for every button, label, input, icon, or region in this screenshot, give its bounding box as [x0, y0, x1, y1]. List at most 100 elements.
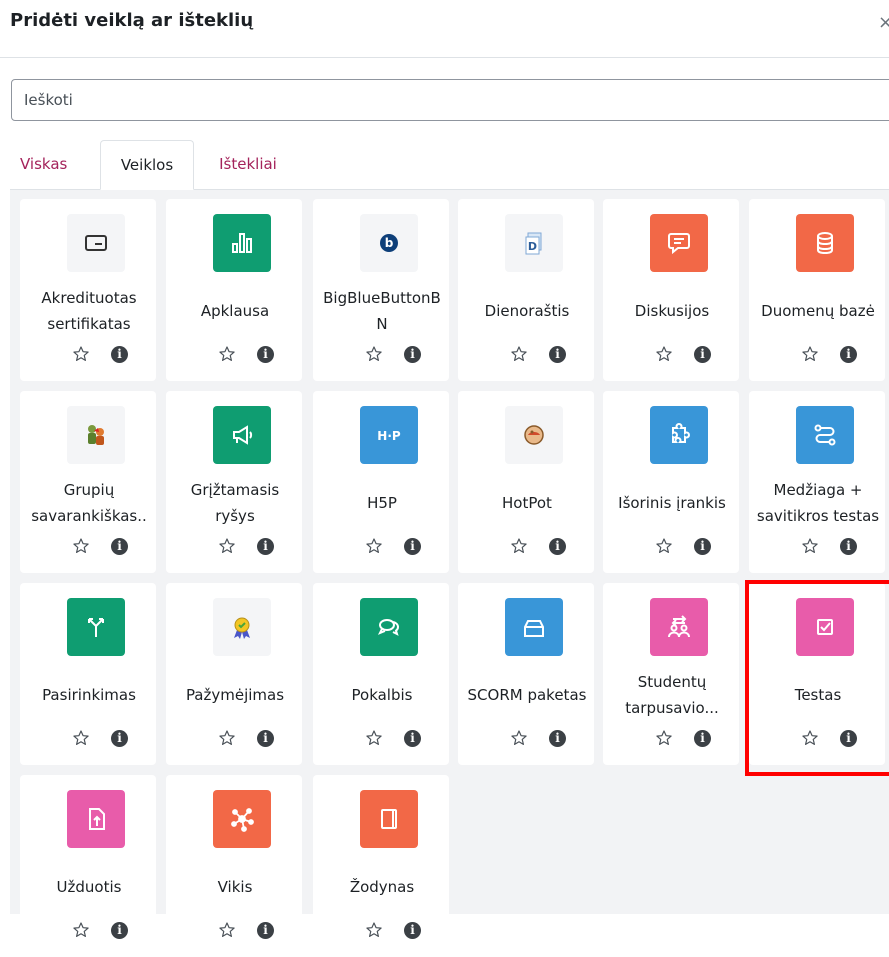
- info-icon[interactable]: i: [694, 730, 711, 747]
- info-icon[interactable]: i: [549, 730, 566, 747]
- close-icon[interactable]: ×: [878, 12, 889, 33]
- info-icon[interactable]: i: [257, 922, 274, 939]
- star-icon[interactable]: [801, 729, 819, 747]
- star-icon[interactable]: [365, 921, 383, 939]
- activity-card-apklausa[interactable]: Apklausa i: [166, 199, 302, 381]
- activity-actions: i: [458, 537, 594, 559]
- star-icon[interactable]: [365, 345, 383, 363]
- activity-actions: i: [749, 729, 885, 751]
- star-icon[interactable]: [72, 345, 90, 363]
- activity-card-išorinis-įrankis[interactable]: Išorinis įrankis i: [603, 391, 739, 573]
- activity-card-vikis[interactable]: Vikis i: [166, 775, 302, 957]
- chat-icon: [360, 598, 418, 656]
- info-icon[interactable]: i: [840, 346, 857, 363]
- tab-istekliai[interactable]: Ištekliai: [198, 140, 298, 189]
- activity-actions: i: [458, 729, 594, 751]
- activity-card-bigbluebuttonb-n[interactable]: b BigBlueButtonB N i: [313, 199, 449, 381]
- activity-card-scorm-paketas[interactable]: SCORM paketas i: [458, 583, 594, 765]
- activity-card-hotpot[interactable]: HotPot i: [458, 391, 594, 573]
- activity-card-testas[interactable]: Testas i: [749, 583, 885, 765]
- info-icon[interactable]: i: [840, 730, 857, 747]
- info-icon[interactable]: i: [111, 730, 128, 747]
- svg-text:H·P: H·P: [377, 429, 401, 443]
- activity-card-h5p[interactable]: H·P H5P i: [313, 391, 449, 573]
- activity-label: Vikis: [217, 878, 253, 896]
- info-icon[interactable]: i: [257, 730, 274, 747]
- activity-label: Pasirinkimas: [42, 686, 136, 704]
- activity-actions: i: [313, 729, 449, 751]
- info-icon[interactable]: i: [694, 346, 711, 363]
- bar-chart-icon: [213, 214, 271, 272]
- info-icon[interactable]: i: [111, 538, 128, 555]
- star-icon[interactable]: [218, 921, 236, 939]
- activity-actions: i: [458, 345, 594, 367]
- star-icon[interactable]: [72, 537, 90, 555]
- info-icon[interactable]: i: [549, 538, 566, 555]
- activity-card-dienoraštis[interactable]: D Dienoraštis i: [458, 199, 594, 381]
- star-icon[interactable]: [218, 729, 236, 747]
- puzzle-icon: [650, 406, 708, 464]
- activity-label: SCORM paketas: [467, 686, 587, 704]
- bigbluebutton-icon: b: [360, 214, 418, 272]
- star-icon[interactable]: [218, 345, 236, 363]
- activity-actions: i: [603, 537, 739, 559]
- star-icon[interactable]: [655, 729, 673, 747]
- star-icon[interactable]: [72, 729, 90, 747]
- info-icon[interactable]: i: [549, 346, 566, 363]
- star-icon[interactable]: [510, 537, 528, 555]
- star-icon[interactable]: [510, 729, 528, 747]
- info-icon[interactable]: i: [111, 346, 128, 363]
- star-icon[interactable]: [801, 537, 819, 555]
- info-icon[interactable]: i: [257, 538, 274, 555]
- info-icon[interactable]: i: [404, 538, 421, 555]
- activity-actions: i: [20, 537, 156, 559]
- peer-review-icon: [650, 598, 708, 656]
- activity-card-pokalbis[interactable]: Pokalbis i: [313, 583, 449, 765]
- activity-actions: i: [749, 345, 885, 367]
- activity-actions: i: [313, 921, 449, 943]
- svg-text:b: b: [385, 236, 394, 250]
- star-icon[interactable]: [801, 345, 819, 363]
- info-icon[interactable]: i: [404, 730, 421, 747]
- certificate-icon: [67, 214, 125, 272]
- activity-actions: i: [313, 537, 449, 559]
- activity-card-pasirinkimas[interactable]: Pasirinkimas i: [20, 583, 156, 765]
- star-icon[interactable]: [510, 345, 528, 363]
- activity-card-diskusijos[interactable]: Diskusijos i: [603, 199, 739, 381]
- info-icon[interactable]: i: [257, 346, 274, 363]
- tab-veiklos[interactable]: Veiklos: [100, 140, 194, 190]
- activity-label: Medžiaga + savitikros testas: [756, 481, 880, 525]
- activity-card-grupių-savarankiškas[interactable]: Grupių savarankiškas.. i: [20, 391, 156, 573]
- activity-card-grįžtamasis-ryšys[interactable]: Grįžtamasis ryšys i: [166, 391, 302, 573]
- checkbox-icon: [796, 598, 854, 656]
- route-icon: [796, 406, 854, 464]
- activity-card-pažymėjimas[interactable]: Pažymėjimas i: [166, 583, 302, 765]
- activity-card-studentų-tarpusavio[interactable]: Studentų tarpusavio... i: [603, 583, 739, 765]
- tab-viskas[interactable]: Viskas: [20, 140, 100, 189]
- svg-text:D: D: [528, 240, 537, 253]
- star-icon[interactable]: [72, 921, 90, 939]
- upload-file-icon: [67, 790, 125, 848]
- activity-card-medžiaga--savitikros-testas[interactable]: Medžiaga + savitikros testas i: [749, 391, 885, 573]
- activity-card-žodynas[interactable]: Žodynas i: [313, 775, 449, 957]
- star-icon[interactable]: [365, 537, 383, 555]
- star-icon[interactable]: [218, 537, 236, 555]
- activity-card-užduotis[interactable]: Užduotis i: [20, 775, 156, 957]
- h5p-icon: H·P: [360, 406, 418, 464]
- info-icon[interactable]: i: [404, 922, 421, 939]
- search-input[interactable]: [11, 79, 889, 121]
- activity-label: Pažymėjimas: [185, 686, 285, 704]
- info-icon[interactable]: i: [694, 538, 711, 555]
- star-icon[interactable]: [655, 345, 673, 363]
- star-icon[interactable]: [365, 729, 383, 747]
- info-icon[interactable]: i: [404, 346, 421, 363]
- info-icon[interactable]: i: [840, 538, 857, 555]
- star-icon[interactable]: [655, 537, 673, 555]
- activity-label: Duomenų bazė: [761, 302, 875, 320]
- activity-actions: i: [20, 921, 156, 943]
- info-icon[interactable]: i: [111, 922, 128, 939]
- activity-label: Išorinis įrankis: [618, 494, 726, 512]
- activity-card-akredituotas-sertifikatas[interactable]: Akredituotas sertifikatas i: [20, 199, 156, 381]
- activity-card-duomenų-bazė[interactable]: Duomenų bazė i: [749, 199, 885, 381]
- activity-label: Dienoraštis: [484, 302, 570, 320]
